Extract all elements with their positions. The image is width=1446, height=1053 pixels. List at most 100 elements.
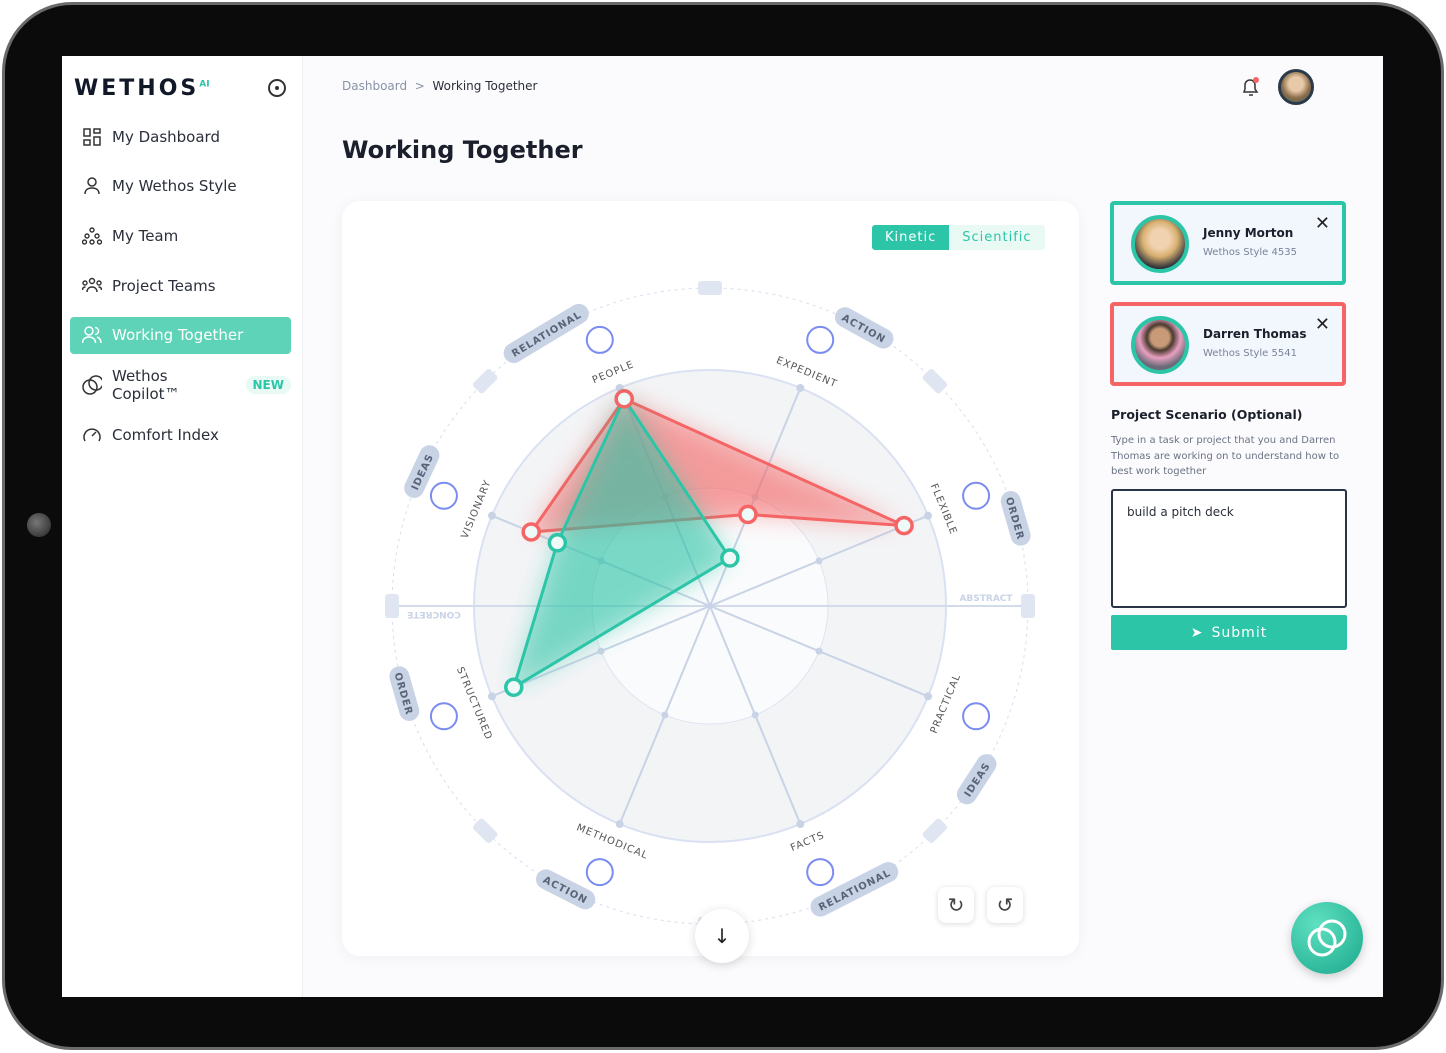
scenario-title: Project Scenario (Optional) <box>1111 407 1303 422</box>
remove-jenny-close-icon[interactable]: ✕ <box>1315 213 1330 234</box>
remove-darren-close-icon[interactable]: ✕ <box>1315 314 1330 335</box>
copilot-icon <box>1307 919 1347 957</box>
data-point <box>738 504 758 525</box>
sidebar: WETHOSAI My Dashboard My Wethos Style My… <box>62 56 303 997</box>
scroll-down-button[interactable]: ↓ <box>695 909 749 963</box>
send-icon: ➤ <box>1190 624 1204 641</box>
outer-label-text: RELATIONAL <box>510 310 584 360</box>
camera <box>27 513 51 537</box>
grid-icon <box>82 127 102 147</box>
outer-label-pill: IDEAS <box>956 754 997 805</box>
sidebar-item-label: Wethos Copilot™ <box>112 366 180 403</box>
axis-structured-icon <box>429 702 458 731</box>
page-title: Working Together <box>342 136 583 164</box>
person-name: Darren Thomas <box>1203 327 1307 341</box>
sidebar-item-my-dashboard[interactable]: My Dashboard <box>70 118 291 155</box>
axis-flexible-icon <box>962 481 991 510</box>
data-point <box>614 389 634 409</box>
sidebar-item-wethos-copilot[interactable]: Wethos Copilot™ NEW <box>70 366 291 403</box>
notification-bell-icon[interactable] <box>1240 76 1262 102</box>
axis-practical-icon <box>962 702 991 731</box>
rotate-clockwise-button[interactable]: ↻ <box>938 887 974 923</box>
person-card-darren: Darren Thomas Wethos Style 5541 ✕ <box>1110 302 1346 386</box>
sidebar-item-my-team[interactable]: My Team <box>70 217 291 254</box>
outer-label-text: RELATIONAL <box>817 868 893 914</box>
scenario-description: Type in a task or project that you and D… <box>1111 435 1340 477</box>
ring-handle <box>922 368 948 394</box>
axis-mid-dot <box>815 647 823 655</box>
sidebar-item-comfort-index[interactable]: Comfort Index <box>70 416 291 453</box>
axis-end-dot <box>487 511 496 520</box>
axis-visionary-icon <box>429 481 458 510</box>
concrete-label: CONCRETE <box>407 609 461 619</box>
ring-handle <box>385 594 399 618</box>
logo[interactable]: WETHOSAI <box>74 76 210 101</box>
collapse-sidebar-icon[interactable] <box>268 79 286 97</box>
ring-handle <box>1021 594 1035 618</box>
breadcrumb-separator: > <box>414 79 425 93</box>
sidebar-item-working-together[interactable]: Working Together <box>70 316 291 354</box>
radar-chart: PEOPLE EXPEDIENTFLEXIBLEPRACTICALFACTSMET… <box>385 281 1035 931</box>
axis-mid-dot <box>751 711 759 719</box>
submit-label: Submit <box>1211 624 1268 641</box>
axis-end-dot <box>487 692 496 701</box>
darren-avatar <box>1131 316 1189 374</box>
copilot-icon <box>82 375 102 395</box>
outer-label-pill: RELATIONAL <box>503 303 589 363</box>
submit-button[interactable]: ➤ Submit <box>1111 615 1347 650</box>
axis-label-people: PEOPLE <box>591 359 636 386</box>
axis-mid-dot <box>815 557 823 565</box>
person-style: Wethos Style 4535 <box>1203 247 1297 258</box>
jenny-avatar <box>1131 215 1189 273</box>
scenario-input[interactable]: build a pitch deck <box>1111 489 1347 608</box>
axis-end-dot <box>796 820 805 829</box>
axis-people-icon <box>585 325 614 354</box>
sidebar-item-my-wethos-style[interactable]: My Wethos Style <box>70 168 291 205</box>
sidebar-item-label: My Dashboard <box>112 127 220 146</box>
ring-handle <box>922 818 948 844</box>
outer-label-pill: ORDER <box>1000 491 1031 546</box>
axis-expedient-icon <box>806 325 835 354</box>
sidebar-nav: My Dashboard My Wethos Style My Team Pro… <box>70 118 291 466</box>
outer-label-pill: IDEAS <box>404 445 440 498</box>
breadcrumb-current: Working Together <box>432 79 538 93</box>
sidebar-item-label: My Wethos Style <box>112 177 237 196</box>
users-icon <box>82 325 102 345</box>
app-screen: WETHOSAI My Dashboard My Wethos Style My… <box>62 56 1383 997</box>
axis-methodical-icon <box>585 858 614 887</box>
logo-suffix: AI <box>199 79 210 90</box>
person-card-jenny: Jenny Morton Wethos Style 4535 ✕ <box>1110 201 1346 285</box>
data-point <box>521 522 541 542</box>
gauge-icon <box>82 425 102 445</box>
user-avatar[interactable] <box>1278 69 1314 105</box>
new-badge: NEW <box>245 375 291 394</box>
chart-card: Kinetic Scientific PEOPLE EXPEDIENT FLEXIB… <box>342 201 1079 956</box>
breadcrumb-dashboard-link[interactable]: Dashboard <box>342 79 407 93</box>
group-icon <box>82 276 102 296</box>
axis-mid-dot <box>661 711 669 719</box>
sidebar-item-label: Working Together <box>112 326 244 345</box>
axis-end-dot <box>615 820 624 829</box>
outer-label-pill: ORDER <box>389 666 420 721</box>
abstract-label: ABSTRACT <box>959 594 1013 604</box>
user-icon <box>82 176 102 196</box>
outer-label-pill: RELATIONAL <box>810 862 899 917</box>
rotate-counterclockwise-button[interactable]: ↺ <box>987 887 1023 923</box>
sidebar-item-label: My Team <box>112 226 179 245</box>
person-style: Wethos Style 5541 <box>1203 348 1297 359</box>
axis-label-facts: FACTS <box>789 830 826 854</box>
axis-end-dot <box>796 383 805 392</box>
team-tree-icon <box>82 226 102 246</box>
sidebar-item-project-teams[interactable]: Project Teams <box>70 267 291 304</box>
outer-label-pill: ACTION <box>536 869 596 910</box>
person-name: Jenny Morton <box>1203 226 1294 240</box>
outer-label-pill: ACTION <box>834 307 894 349</box>
ring-handle <box>698 281 722 295</box>
copilot-fab-button[interactable] <box>1291 902 1363 974</box>
sidebar-item-label: Comfort Index <box>112 425 219 444</box>
breadcrumb: Dashboard > Working Together <box>342 79 537 93</box>
axis-end-dot <box>924 511 933 520</box>
axis-mid-dot <box>597 647 605 655</box>
data-point <box>894 515 914 536</box>
data-point <box>504 677 524 698</box>
